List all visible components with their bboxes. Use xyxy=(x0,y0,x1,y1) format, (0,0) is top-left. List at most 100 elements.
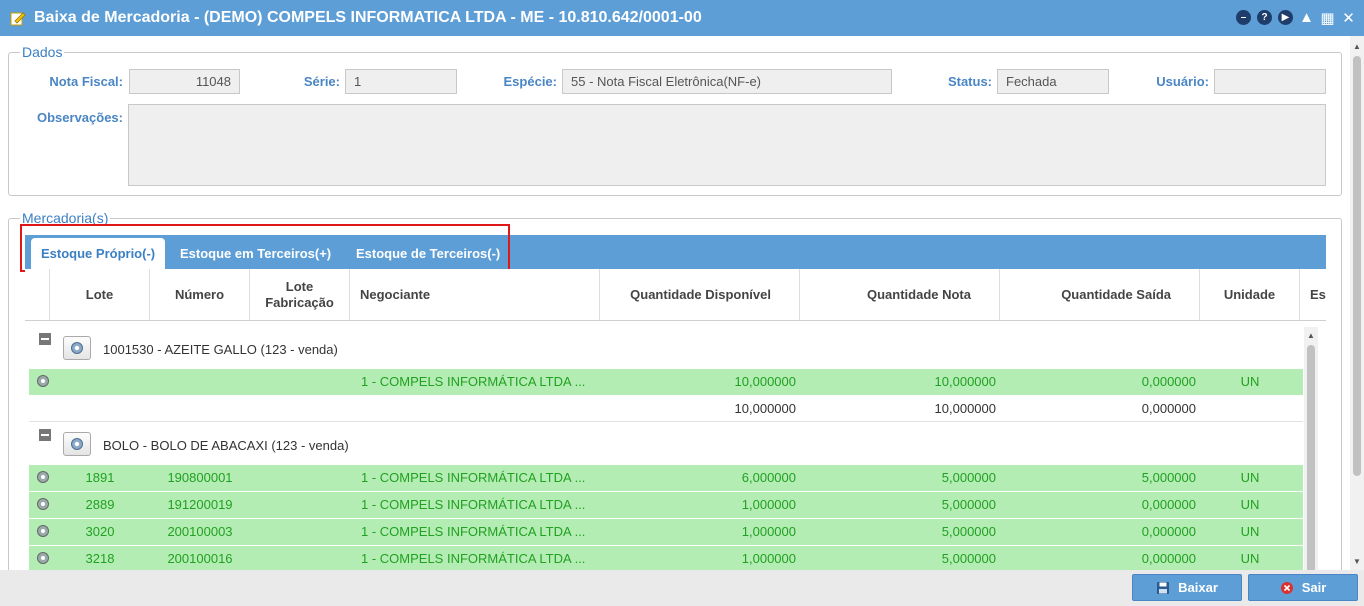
window-titlebar: Baixa de Mercadoria - (DEMO) COMPELS INF… xyxy=(0,0,1364,36)
tab-estoque-proprio[interactable]: Estoque Próprio(-) xyxy=(31,238,166,269)
help-icon[interactable]: ? xyxy=(1257,10,1272,25)
cell-qtd-nota: 5,000000 xyxy=(941,470,996,485)
sair-button[interactable]: Sair xyxy=(1248,574,1358,601)
collapse-icon[interactable] xyxy=(39,333,51,345)
cell-qtd-saida: 5,000000 xyxy=(1141,470,1196,485)
cell-lote-fab xyxy=(250,546,350,570)
group-settings-button[interactable] xyxy=(63,432,91,456)
col-header-unidade[interactable]: Unidade xyxy=(1200,269,1300,320)
serie-label: Série: xyxy=(303,74,340,89)
nota-fiscal-field[interactable]: 11048 xyxy=(129,69,240,94)
gear-icon xyxy=(71,342,83,354)
sair-label: Sair xyxy=(1301,580,1327,595)
cell-unidade: UN xyxy=(1240,497,1260,512)
group-header: 1001530 - AZEITE GALLO (123 - venda) xyxy=(25,321,1305,367)
cell-unidade: UN xyxy=(1240,470,1260,485)
minimize-icon[interactable]: – xyxy=(1236,10,1251,25)
col-header-lote[interactable]: Lote xyxy=(50,269,150,320)
cell-qtd-disponivel: 10,000000 xyxy=(734,374,796,389)
cell-lote: 1891 xyxy=(85,470,115,485)
cell-lote: 3020 xyxy=(85,524,115,539)
play-icon[interactable]: ▶ xyxy=(1278,10,1293,25)
group-settings-button[interactable] xyxy=(63,336,91,360)
cell-lote: 3218 xyxy=(85,551,115,566)
gear-icon[interactable] xyxy=(36,470,50,484)
edit-icon xyxy=(10,12,26,26)
grid-scrollbar[interactable]: ▲ xyxy=(1304,327,1318,570)
collapse-icon[interactable] xyxy=(39,429,51,441)
cell-qtd-nota: 10,000000 xyxy=(934,374,996,389)
especie-field[interactable]: 55 - Nota Fiscal Eletrônica(NF-e) xyxy=(562,69,892,94)
table-row[interactable]: 3020 200100003 1 - COMPELS INFORMÁTICA L… xyxy=(29,519,1303,545)
status-label: Status: xyxy=(947,74,992,89)
group-title: 1001530 - AZEITE GALLO (123 - venda) xyxy=(103,342,338,357)
cell-numero xyxy=(150,369,250,395)
scroll-up-icon[interactable]: ▲ xyxy=(1353,42,1361,51)
col-header-icon xyxy=(25,269,50,320)
usuario-label: Usuário: xyxy=(1156,74,1209,89)
close-icon[interactable]: ✕ xyxy=(1341,10,1356,27)
observacoes-field[interactable] xyxy=(128,104,1326,186)
grid-body: 1001530 - AZEITE GALLO (123 - venda) 1 -… xyxy=(25,321,1326,570)
cell-numero: 200100003 xyxy=(167,524,233,539)
cell-qtd-nota: 5,000000 xyxy=(941,497,996,512)
col-header-qtd-nota[interactable]: Quantidade Nota xyxy=(800,269,1000,320)
table-row[interactable]: 3218 200100016 1 - COMPELS INFORMÁTICA L… xyxy=(29,546,1303,570)
cell-negociante: 1 - COMPELS INFORMÁTICA LTDA ... xyxy=(361,524,586,539)
cell-qtd-disponivel: 1,000000 xyxy=(741,524,796,539)
cell-qtd-disponivel: 1,000000 xyxy=(741,551,796,566)
tab-estoque-de-terceiros[interactable]: Estoque de Terceiros(-) xyxy=(346,238,510,269)
grid-scroll-thumb[interactable] xyxy=(1307,345,1315,570)
cell-numero: 191200019 xyxy=(167,497,233,512)
col-header-qtd-saida[interactable]: Quantidade Saída xyxy=(1000,269,1200,320)
group-title: BOLO - BOLO DE ABACAXI (123 - venda) xyxy=(103,438,349,453)
calendar-icon[interactable]: ▦ xyxy=(1320,10,1335,27)
col-header-negociante[interactable]: Negociante xyxy=(350,269,600,320)
cell-lote-fab xyxy=(250,519,350,545)
col-header-qtd-disponivel[interactable]: Quantidade Disponível xyxy=(600,269,800,320)
gear-icon[interactable] xyxy=(36,551,50,565)
save-icon xyxy=(1157,581,1170,594)
cell-negociante: 1 - COMPELS INFORMÁTICA LTDA ... xyxy=(361,470,586,485)
scroll-up-icon[interactable]: ▲ xyxy=(1307,331,1315,340)
mercadorias-tabbar: Estoque Próprio(-) Estoque em Terceiros(… xyxy=(25,235,1326,269)
group-header: BOLO - BOLO DE ABACAXI (123 - venda) xyxy=(25,417,1305,463)
cell-qtd-saida: 0,000000 xyxy=(1141,524,1196,539)
serie-field[interactable]: 1 xyxy=(345,69,457,94)
grid-header: Lote Número Lote Fabricação Negociante Q… xyxy=(25,269,1326,321)
tab-estoque-em-terceiros[interactable]: Estoque em Terceiros(+) xyxy=(170,238,341,269)
status-field[interactable]: Fechada xyxy=(997,69,1109,94)
cell-qtd-saida: 0,000000 xyxy=(1141,497,1196,512)
usuario-field[interactable] xyxy=(1214,69,1326,94)
col-header-numero[interactable]: Número xyxy=(150,269,250,320)
observacoes-label: Observações: xyxy=(37,110,123,125)
cell-lote-fab xyxy=(250,369,350,395)
cell-qtd-saida: 0,000000 xyxy=(1141,374,1196,389)
col-header-extra[interactable]: Es xyxy=(1300,269,1326,320)
cell-qtd-nota: 5,000000 xyxy=(941,551,996,566)
baixar-button[interactable]: Baixar xyxy=(1132,574,1242,601)
dados-legend: Dados xyxy=(20,44,65,60)
footer-bar: Baixar Sair xyxy=(0,570,1364,606)
exit-icon xyxy=(1280,581,1293,594)
table-row[interactable]: 2889 191200019 1 - COMPELS INFORMÁTICA L… xyxy=(29,492,1303,518)
cell-negociante: 1 - COMPELS INFORMÁTICA LTDA ... xyxy=(361,551,586,566)
page-scroll-thumb[interactable] xyxy=(1353,56,1361,476)
gear-icon[interactable] xyxy=(36,497,50,511)
gear-icon[interactable] xyxy=(36,524,50,538)
table-row[interactable]: 1891 190800001 1 - COMPELS INFORMÁTICA L… xyxy=(29,465,1303,491)
cell-unidade: UN xyxy=(1240,524,1260,539)
scroll-down-icon[interactable]: ▼ xyxy=(1353,557,1361,566)
page-scrollbar[interactable]: ▲ ▼ xyxy=(1350,36,1364,570)
gear-icon[interactable] xyxy=(36,374,50,388)
cell-negociante: 1 - COMPELS INFORMÁTICA LTDA ... xyxy=(361,497,586,512)
table-row[interactable]: 1 - COMPELS INFORMÁTICA LTDA ... 10,0000… xyxy=(29,369,1303,395)
cell-lote-fab xyxy=(250,465,350,491)
window-tools: – ? ▶ ▲ ▦ ✕ xyxy=(1236,9,1356,27)
cell-qtd-disponivel: 1,000000 xyxy=(741,497,796,512)
user-icon[interactable]: ▲ xyxy=(1299,9,1314,26)
nota-fiscal-label: Nota Fiscal: xyxy=(49,74,123,89)
cell-negociante: 1 - COMPELS INFORMÁTICA LTDA ... xyxy=(361,374,586,389)
cell-qtd-saida: 0,000000 xyxy=(1141,551,1196,566)
col-header-lote-fabricacao[interactable]: Lote Fabricação xyxy=(250,269,350,320)
